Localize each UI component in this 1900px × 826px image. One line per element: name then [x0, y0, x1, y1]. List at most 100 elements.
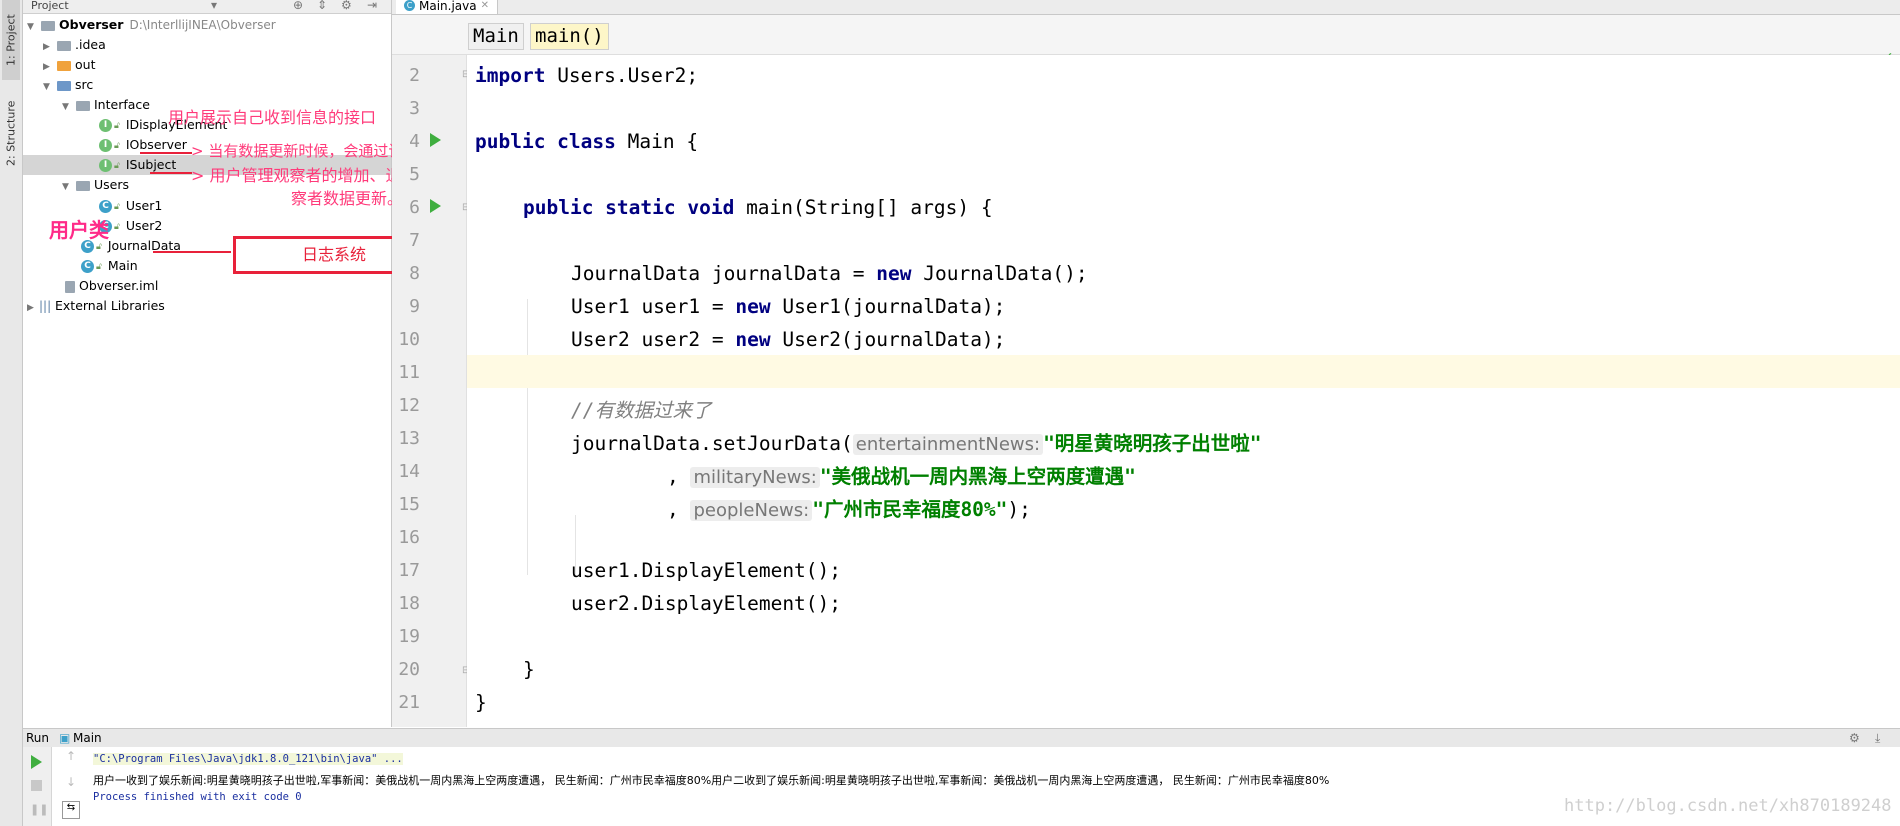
- tree-item-label: User1: [125, 198, 163, 213]
- tree-item-idea[interactable]: ▶ .idea: [43, 35, 106, 55]
- project-panel-header: Project ▾ ⊕ ⇕ ⚙ ⇥: [23, 0, 391, 14]
- code-text-span: JournalData();: [911, 262, 1088, 285]
- parameter-hint: militaryNews:: [690, 467, 820, 488]
- tree-item-src[interactable]: ▼ src: [43, 75, 93, 95]
- runnable-class-icon: C: [81, 260, 94, 273]
- breadcrumb-method[interactable]: main(): [530, 23, 609, 50]
- expand-arrow-icon[interactable]: ▼: [62, 97, 74, 117]
- pause-icon[interactable]: ❚❚: [30, 803, 48, 816]
- code-line-13: journalData.setJourData(entertainmentNew…: [571, 427, 1262, 456]
- string-literal: "明星黄晓明孩子出世啦": [1043, 432, 1262, 455]
- tab-main-java[interactable]: C Main.java ✕: [396, 0, 498, 14]
- package-icon: [76, 180, 90, 191]
- tree-item-main[interactable]: C 🔓︎ Main: [81, 256, 138, 276]
- scroll-up-icon[interactable]: ↑: [66, 749, 76, 763]
- line-number: 4: [409, 131, 420, 152]
- code-text-span: User2 user2 =: [571, 328, 736, 351]
- line-number: 11: [398, 362, 420, 383]
- line-number: 3: [409, 98, 420, 119]
- access-icon: 🔓︎: [114, 140, 120, 151]
- expand-arrow-icon[interactable]: ▼: [43, 77, 55, 97]
- tree-item-label: User2: [125, 218, 163, 233]
- code-line-9: User1 user1 = new User1(journalData);: [571, 295, 1005, 318]
- tree-item-label: Users: [94, 177, 130, 192]
- code-line-12: //有数据过来了: [571, 399, 712, 422]
- run-config-name[interactable]: Main: [73, 729, 102, 747]
- console-output: 用户一收到了娱乐新闻:明星黄晓明孩子出世啦,军事新闻：美俄战机一周内黑海上空两度…: [93, 774, 1330, 787]
- hide-icon[interactable]: ⇥: [367, 0, 377, 12]
- expand-arrow-icon[interactable]: ▼: [27, 17, 39, 37]
- annotation-arrow-line: [140, 152, 192, 154]
- code-text: import Users.User2; public class Main { …: [467, 55, 1900, 727]
- code-line-14: , militaryNews: "美俄战机一周内黑海上空两度遭遇": [667, 460, 1136, 489]
- code-text-span: ,: [667, 465, 691, 488]
- code-line-4: public class Main {: [475, 130, 698, 153]
- run-method-icon[interactable]: [430, 199, 441, 213]
- interface-icon: I: [99, 159, 112, 172]
- run-label: Run: [26, 731, 50, 745]
- project-tool-tab[interactable]: 1: Project: [2, 0, 20, 80]
- console-exit-message: Process finished with exit code 0: [93, 791, 302, 803]
- collapse-icon[interactable]: ⇕: [317, 0, 327, 12]
- line-number: 12: [398, 395, 420, 416]
- scroll-down-icon[interactable]: ↓: [66, 775, 76, 789]
- code-text-span: );: [1007, 498, 1031, 521]
- tree-item-out[interactable]: ▶ out: [43, 55, 95, 75]
- expand-arrow-icon[interactable]: ▼: [62, 177, 74, 197]
- run-panel-header: Run ▣ Main ⚙ ⤓: [23, 728, 1900, 748]
- tree-item-iml[interactable]: Obverser.iml: [63, 276, 158, 296]
- gear-icon[interactable]: ⚙: [341, 0, 352, 12]
- tree-item-interface[interactable]: ▼ Interface: [62, 95, 150, 115]
- locate-icon[interactable]: ⊕: [293, 0, 303, 12]
- tree-item-users[interactable]: ▼ Users: [62, 175, 129, 195]
- line-number: 15: [398, 494, 420, 515]
- tree-item-label: src: [75, 77, 94, 92]
- hide-panel-icon[interactable]: ⤓: [1875, 729, 1880, 747]
- breadcrumb: Main main(): [392, 15, 1900, 55]
- gear-icon[interactable]: ⚙: [1849, 729, 1860, 747]
- breadcrumb-class[interactable]: Main: [468, 23, 524, 50]
- rerun-icon[interactable]: [31, 755, 42, 769]
- tree-item-root[interactable]: ▼ Obverser D:\InterllijINEA\Obverser: [27, 15, 276, 35]
- line-number: 21: [398, 692, 420, 713]
- access-icon: 🔓︎: [114, 201, 120, 212]
- tree-item-label: External Libraries: [55, 298, 165, 313]
- string-literal: "美俄战机一周内黑海上空两度遭遇": [819, 465, 1136, 488]
- project-panel: Project ▾ ⊕ ⇕ ⚙ ⇥ ▼ Obverser D:\InterllijI…: [23, 0, 523, 727]
- code-line-2: import Users.User2;: [475, 64, 698, 87]
- dropdown-icon[interactable]: ▾: [211, 0, 217, 12]
- run-class-icon[interactable]: [430, 133, 441, 147]
- tab-label: Main.java: [419, 0, 477, 13]
- line-number: 18: [398, 593, 420, 614]
- line-number: 7: [409, 230, 420, 251]
- annotation-arrow-line: [153, 251, 231, 253]
- keyword: import: [475, 64, 546, 87]
- folder-icon: [57, 40, 71, 51]
- soft-wrap-icon[interactable]: ⇆: [62, 801, 80, 819]
- collapsed-arrow-icon[interactable]: ▶: [43, 37, 55, 57]
- stop-icon[interactable]: [31, 780, 42, 791]
- annotation-arrow-line: [150, 172, 192, 174]
- code-line-10: User2 user2 = new User2(journalData);: [571, 328, 1005, 351]
- code-text-span: User1(journalData);: [770, 295, 1006, 318]
- parameter-hint: entertainmentNews:: [852, 434, 1044, 455]
- line-number: 19: [398, 626, 420, 647]
- line-number: 14: [398, 461, 420, 482]
- close-icon[interactable]: ✕: [481, 0, 489, 14]
- access-icon: 🔓︎: [114, 120, 120, 131]
- collapsed-arrow-icon[interactable]: ▶: [27, 298, 39, 318]
- tree-item-label: Main: [107, 258, 138, 273]
- line-number: 13: [398, 428, 420, 449]
- tree-item-external-libraries[interactable]: ▶ ||| External Libraries: [27, 296, 165, 316]
- tree-item-label: ISubject: [125, 157, 177, 172]
- tree-item-user1[interactable]: C 🔓︎ User1: [99, 196, 162, 216]
- collapsed-arrow-icon[interactable]: ▶: [43, 57, 55, 77]
- line-number: 2: [409, 65, 420, 86]
- class-icon: C: [404, 0, 415, 11]
- structure-tool-tab[interactable]: 2: Structure: [2, 88, 20, 178]
- project-path: D:\InterllijINEA\Obverser: [129, 18, 276, 32]
- project-panel-title: Project: [31, 0, 69, 12]
- keyword: new: [735, 295, 771, 318]
- code-text-span: journalData.setJourData(: [571, 432, 853, 455]
- tree-item-label: Obverser: [59, 17, 124, 32]
